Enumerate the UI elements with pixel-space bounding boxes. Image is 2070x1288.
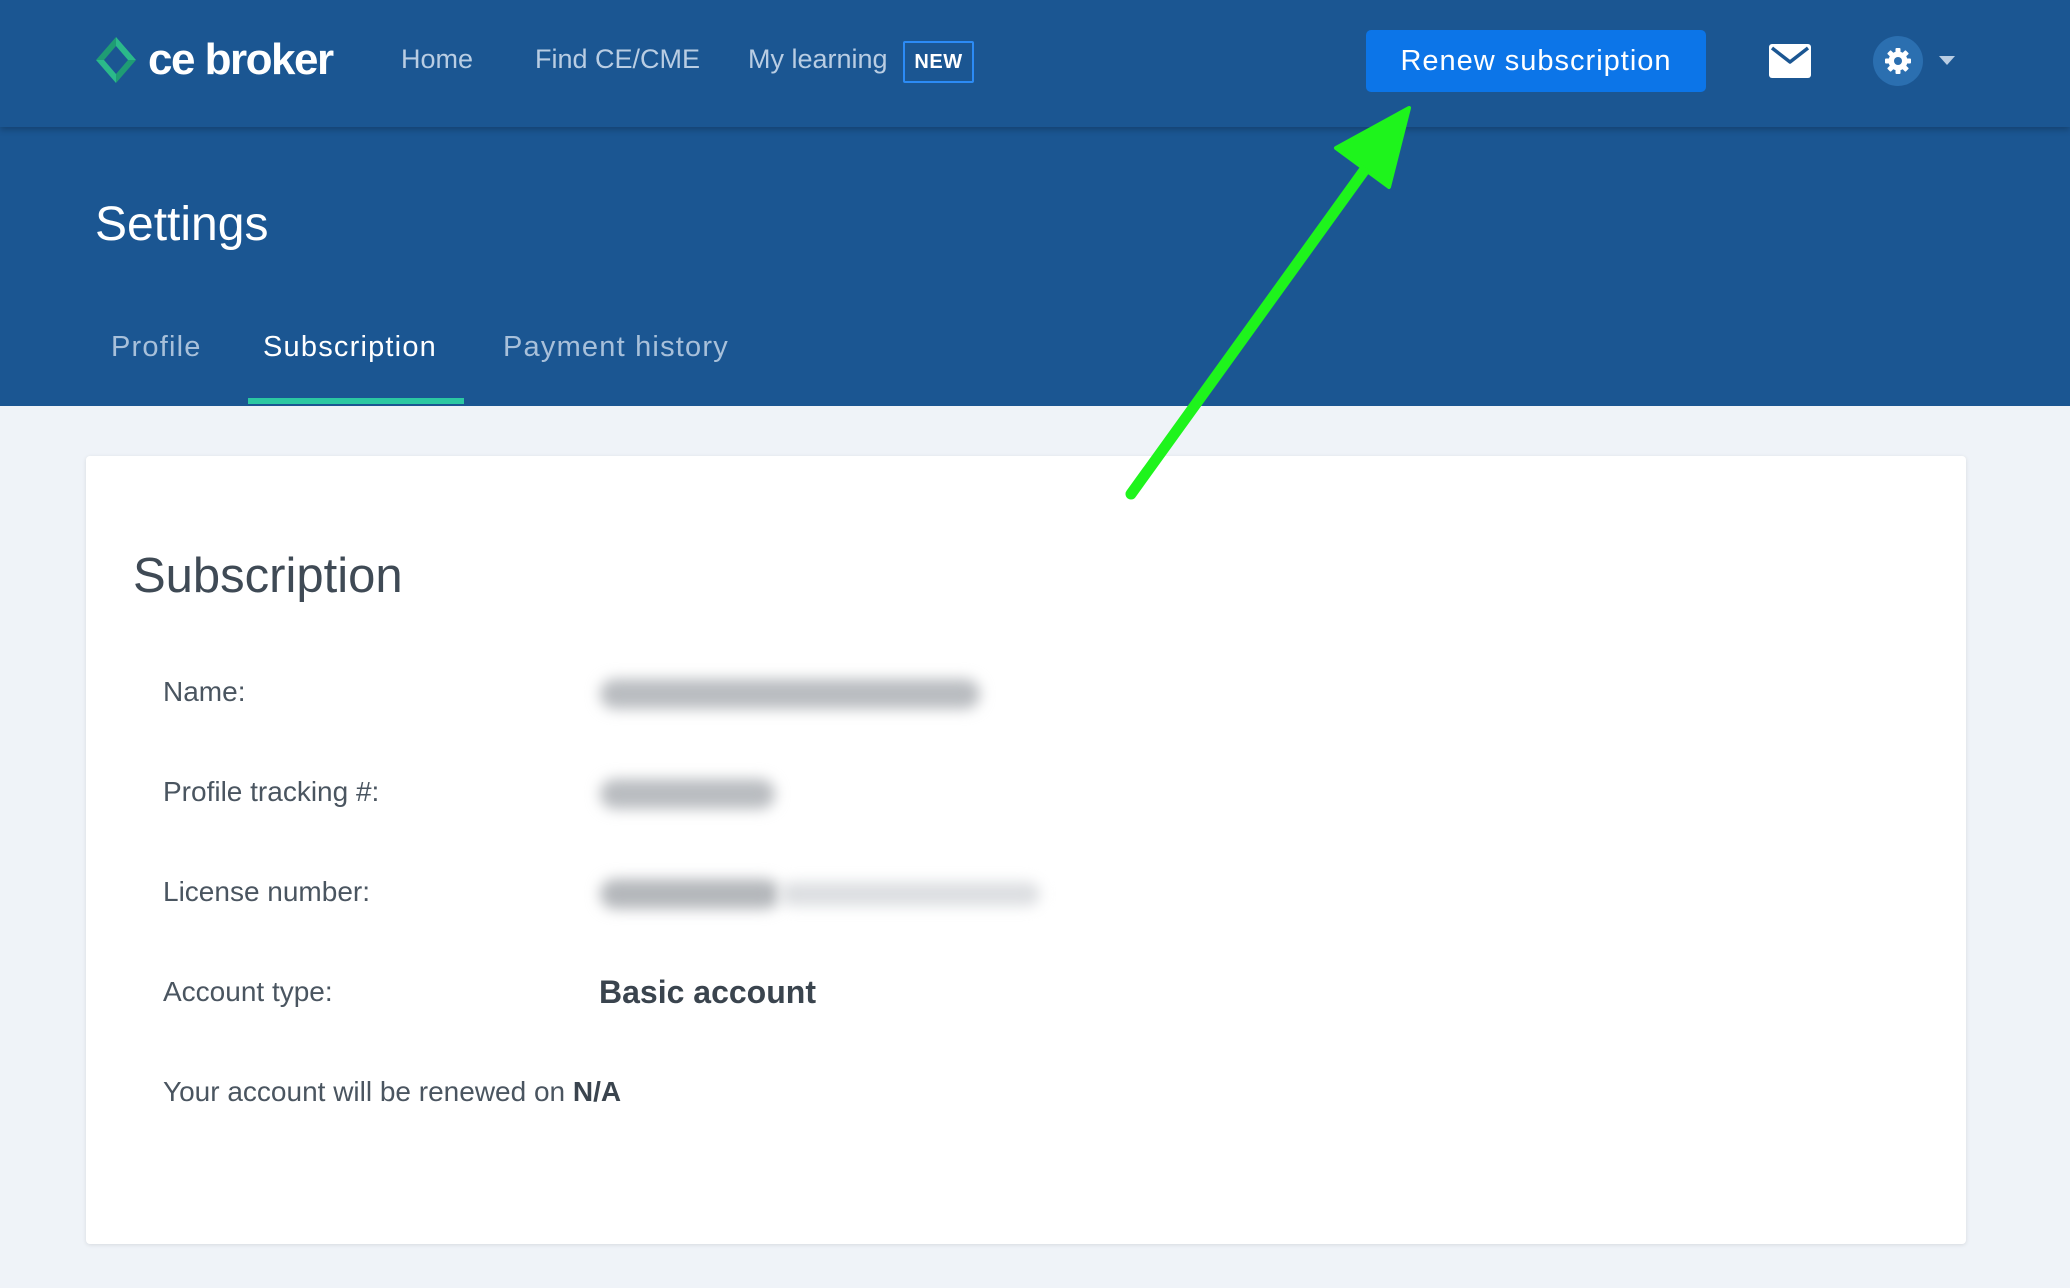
tab-payment-history[interactable]: Payment history [503,331,729,364]
renewal-info: Your account will be renewed on N/A [163,1076,621,1108]
nav-find-ce-cme-link[interactable]: Find CE/CME [535,44,700,75]
new-badge: NEW [903,41,974,83]
renew-subscription-button[interactable]: Renew subscription [1366,30,1706,92]
logo-diamond-icon [96,37,136,83]
nav-my-learning-link[interactable]: My learning [748,44,888,75]
settings-header: Settings Profile Subscription Payment hi… [0,127,2070,406]
profile-tracking-label: Profile tracking #: [163,776,380,807]
mail-icon[interactable] [1769,44,1811,78]
caret-down-icon[interactable] [1939,56,1955,66]
name-label: Name: [163,676,246,707]
account-type-value: Basic account [599,974,816,1010]
logo-text: ce broker [148,35,334,84]
license-number-value-redacted [600,879,780,909]
settings-menu-button[interactable] [1873,36,1923,86]
renewal-date: N/A [572,1076,622,1107]
tab-profile[interactable]: Profile [111,331,202,364]
name-value-redacted [600,679,980,709]
tab-subscription[interactable]: Subscription [263,331,437,364]
subscription-card: Subscription Name: Profile tracking #: L… [86,456,1966,1244]
top-navigation: ce broker Home Find CE/CME My learning N… [0,0,2070,127]
active-tab-indicator [248,398,464,404]
renewal-text: Your account will be renewed on [163,1076,566,1107]
card-title: Subscription [133,549,403,603]
account-type-label: Account type: [163,976,333,1007]
license-number-label: License number: [163,876,371,907]
nav-home-link[interactable]: Home [401,44,473,75]
license-detail-redacted [780,882,1040,906]
profile-tracking-value-redacted [600,779,775,809]
page-title: Settings [95,198,269,251]
ce-broker-logo[interactable]: ce broker [94,32,334,88]
gear-icon [1885,48,1911,74]
